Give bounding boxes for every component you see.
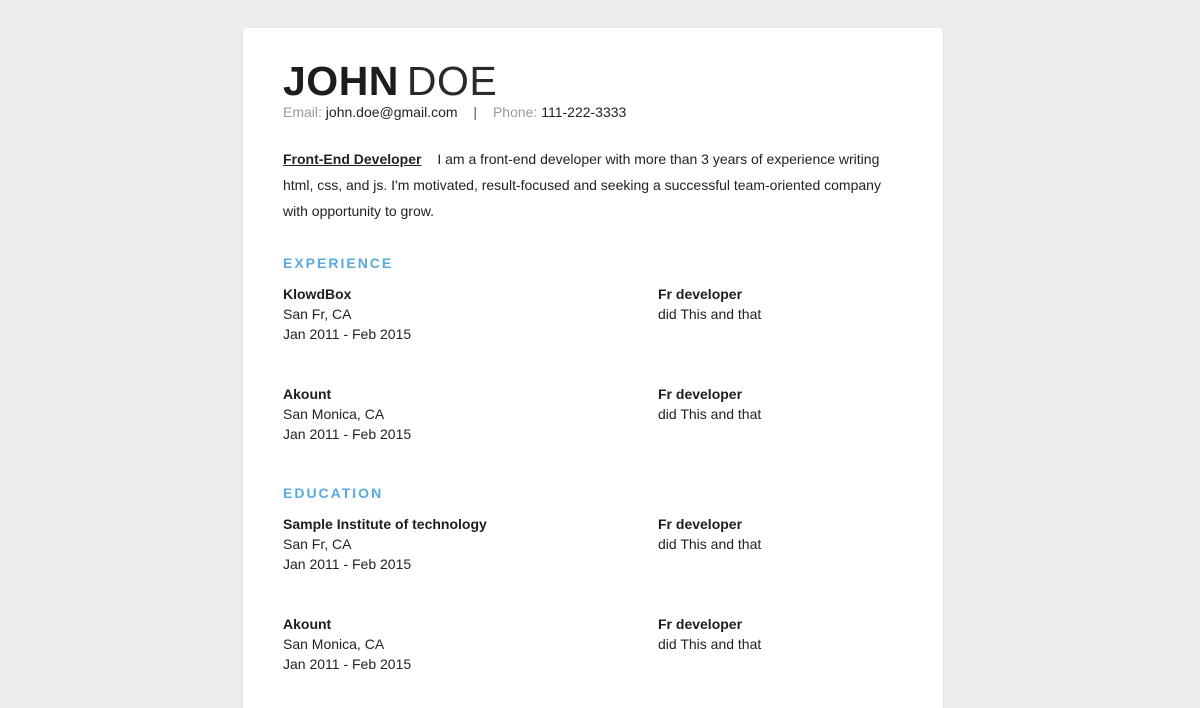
- entry-desc: did This and that: [658, 536, 762, 552]
- entry-dates: Jan 2011 - Feb 2015: [283, 426, 412, 442]
- entry-left: Sample Institute of technology San Fr, C…: [283, 514, 653, 574]
- entry-role: Fr developer: [658, 616, 743, 632]
- contact-separator: |: [473, 104, 478, 120]
- phone-value: 111-222-3333: [541, 104, 627, 120]
- experience-entry: KlowdBox San Fr, CA Jan 2011 - Feb 2015 …: [283, 284, 903, 344]
- entry-desc: did This and that: [658, 636, 762, 652]
- education-heading: EDUCATION: [283, 485, 384, 501]
- entry-role: Fr developer: [658, 386, 743, 402]
- phone-label: Phone:: [492, 104, 538, 120]
- contact-line: Email: john.doe@gmail.com | Phone: 111-2…: [283, 104, 626, 120]
- education-entry: Sample Institute of technology San Fr, C…: [283, 514, 903, 574]
- entry-location: San Fr, CA: [283, 536, 352, 552]
- entry-left: KlowdBox San Fr, CA Jan 2011 - Feb 2015: [283, 284, 653, 344]
- entry-dates: Jan 2011 - Feb 2015: [283, 326, 412, 342]
- last-name: DOE: [406, 58, 498, 104]
- email-label: Email:: [283, 104, 322, 120]
- entry-org: Sample Institute of technology: [283, 516, 487, 532]
- summary-paragraph: Front-End Developer I am a front-end dev…: [283, 146, 903, 224]
- entry-right: Fr developer did This and that: [658, 614, 903, 654]
- experience-entry: Akount San Monica, CA Jan 2011 - Feb 201…: [283, 384, 903, 444]
- entry-left: Akount San Monica, CA Jan 2011 - Feb 201…: [283, 384, 653, 444]
- resume-page: JOHN DOE Email: john.doe@gmail.com | Phon…: [243, 28, 943, 708]
- entry-dates: Jan 2011 - Feb 2015: [283, 656, 412, 672]
- entry-org: Akount: [283, 386, 332, 402]
- entry-location: San Monica, CA: [283, 406, 385, 422]
- experience-heading: EXPERIENCE: [283, 255, 394, 271]
- entry-dates: Jan 2011 - Feb 2015: [283, 556, 412, 572]
- entry-location: San Monica, CA: [283, 636, 385, 652]
- summary-role: Front-End Developer: [283, 151, 422, 167]
- entry-right: Fr developer did This and that: [658, 384, 903, 424]
- first-name: JOHN: [283, 58, 399, 104]
- education-entry: Akount San Monica, CA Jan 2011 - Feb 201…: [283, 614, 903, 674]
- entry-role: Fr developer: [658, 516, 743, 532]
- candidate-name: JOHN DOE: [283, 58, 497, 104]
- entry-role: Fr developer: [658, 286, 743, 302]
- entry-right: Fr developer did This and that: [658, 284, 903, 324]
- entry-location: San Fr, CA: [283, 306, 352, 322]
- email-value: john.doe@gmail.com: [325, 104, 458, 120]
- entry-org: KlowdBox: [283, 286, 352, 302]
- entry-left: Akount San Monica, CA Jan 2011 - Feb 201…: [283, 614, 653, 674]
- entry-org: Akount: [283, 616, 332, 632]
- entry-desc: did This and that: [658, 406, 762, 422]
- entry-right: Fr developer did This and that: [658, 514, 903, 554]
- entry-desc: did This and that: [658, 306, 762, 322]
